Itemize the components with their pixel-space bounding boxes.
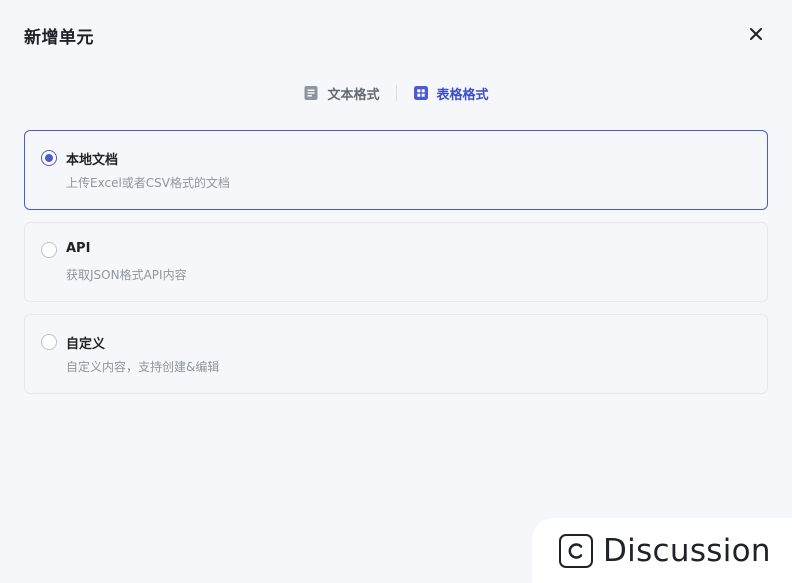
option-description: 上传Excel或者CSV格式的文档 — [66, 176, 230, 190]
option-custom[interactable]: 自定义 自定义内容，支持创建&编辑 — [24, 314, 768, 394]
copyright-c-icon — [559, 533, 593, 568]
discussion-badge[interactable]: Discussion — [532, 518, 792, 583]
close-icon — [750, 28, 762, 40]
dialog-title: 新增单元 — [24, 28, 94, 48]
tab-label: 文本格式 — [327, 87, 380, 103]
close-button[interactable] — [744, 22, 768, 46]
add-unit-dialog: 新增单元 文本格式 表格格式 本地文档 上传Excel或者CSV格式的文档 AP… — [0, 0, 792, 583]
tab-table-format[interactable]: 表格格式 — [405, 80, 497, 106]
option-local-document[interactable]: 本地文档 上传Excel或者CSV格式的文档 — [24, 130, 768, 210]
option-api[interactable]: API 获取JSON格式API内容 — [24, 222, 768, 302]
option-title: API — [66, 241, 91, 256]
option-title: 本地文档 — [66, 153, 119, 168]
table-icon — [413, 86, 428, 100]
radio-button[interactable] — [41, 150, 57, 166]
format-tabs: 文本格式 表格格式 — [0, 80, 792, 106]
radio-button[interactable] — [41, 334, 57, 350]
document-icon — [304, 86, 318, 100]
tab-divider — [395, 85, 397, 101]
radio-button[interactable] — [41, 242, 57, 258]
option-description: 获取JSON格式API内容 — [66, 268, 187, 282]
option-description: 自定义内容，支持创建&编辑 — [66, 360, 220, 374]
tab-label: 表格格式 — [436, 87, 489, 103]
option-title: 自定义 — [66, 337, 106, 352]
tab-text-format[interactable]: 文本格式 — [295, 80, 387, 106]
discussion-label: Discussion — [603, 532, 771, 569]
